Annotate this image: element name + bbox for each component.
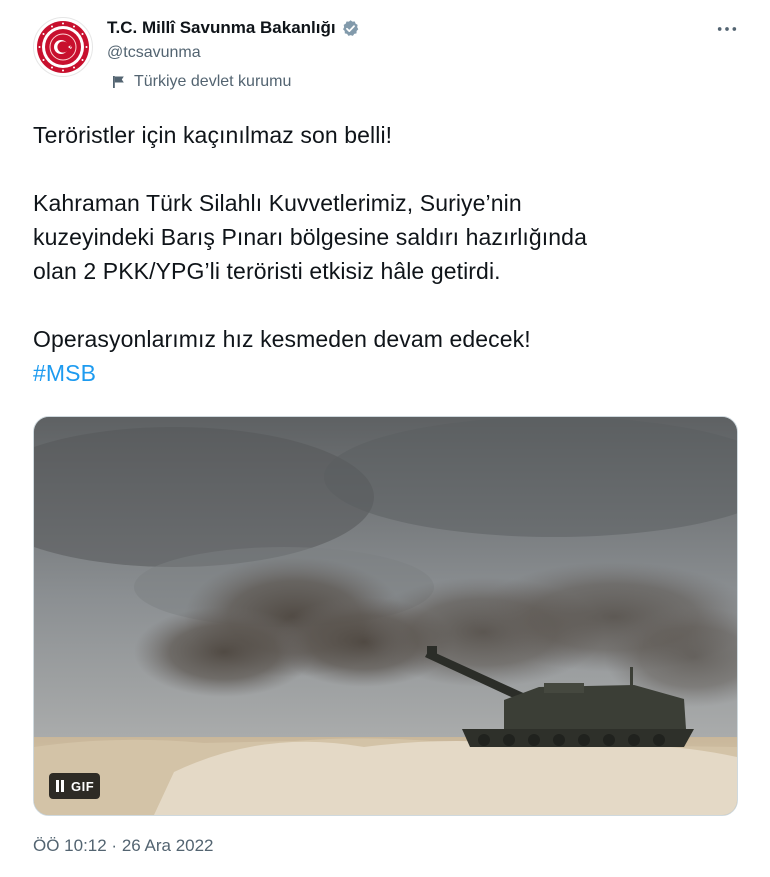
media-gif[interactable]: GIF	[33, 416, 738, 816]
tweet-timestamp[interactable]: ÖÖ 10:12 · 26 Ara 2022	[33, 836, 214, 856]
tweet-line-1: Teröristler için kaçınılmaz son belli!	[33, 122, 393, 148]
avatar[interactable]	[33, 17, 93, 77]
tweet-line-3: Operasyonlarımız hız kesmeden devam edec…	[33, 326, 531, 352]
gif-controls[interactable]: GIF	[49, 773, 101, 799]
tweet-line-2: Kahraman Türk Silahlı Kuvvetlerimiz, Sur…	[33, 190, 587, 284]
government-label[interactable]: Türkiye devlet kurumu	[112, 73, 291, 91]
author-name-row: T.C. Millî Savunma Bakanlığı	[107, 18, 360, 38]
artillery-image	[34, 417, 737, 815]
tweet: T.C. Millî Savunma Bakanlığı @tcsavunma …	[0, 0, 770, 877]
author-handle[interactable]: @tcsavunma	[107, 44, 201, 62]
label-text: Türkiye devlet kurumu	[134, 73, 292, 90]
tweet-text: Teröristler için kaçınılmaz son belli! K…	[33, 118, 733, 390]
more-options-button[interactable]	[712, 16, 742, 42]
hashtag-link[interactable]: #MSB	[33, 360, 96, 386]
more-icon	[717, 27, 737, 31]
flag-icon	[112, 75, 126, 89]
ministry-emblem-icon	[37, 21, 89, 73]
pause-icon[interactable]	[55, 780, 65, 792]
display-name[interactable]: T.C. Millî Savunma Bakanlığı	[107, 18, 336, 38]
gif-badge: GIF	[71, 778, 95, 794]
verified-badge-icon	[341, 19, 360, 38]
